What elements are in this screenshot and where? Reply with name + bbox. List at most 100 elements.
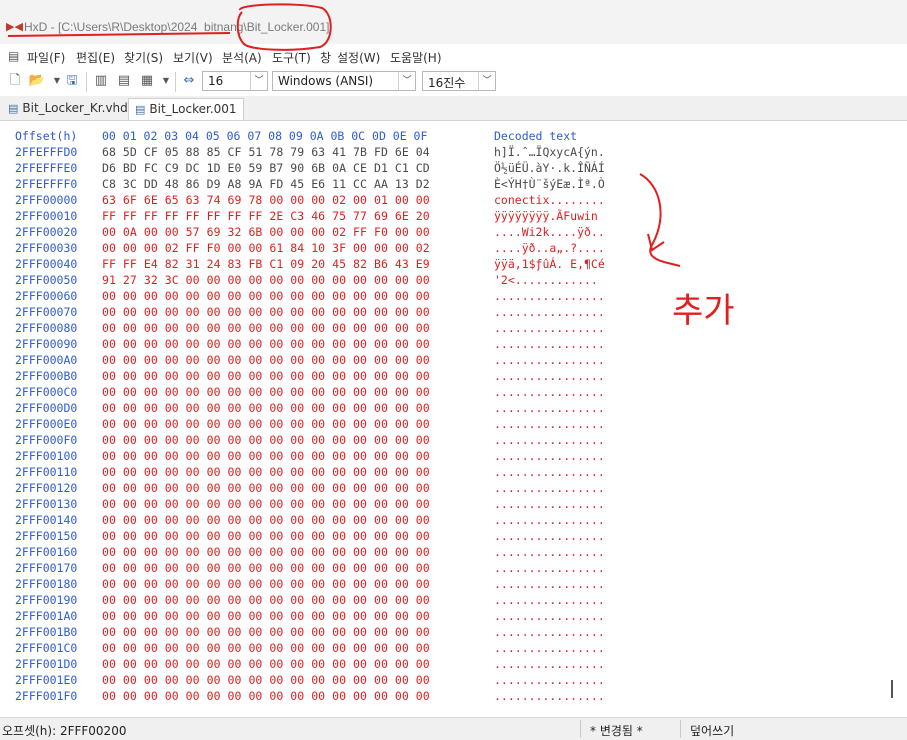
vertical-scrollbar[interactable] xyxy=(884,121,900,717)
row-hex-bytes[interactable]: 00 00 00 00 00 00 00 00 00 00 00 00 00 0… xyxy=(102,385,430,399)
row-hex-bytes[interactable]: 00 00 00 00 00 00 00 00 00 00 00 00 00 0… xyxy=(102,641,430,655)
chevron-down-icon[interactable]: ﹀ xyxy=(398,72,415,90)
hex-row[interactable]: 2FFF000B0 00 00 00 00 00 00 00 00 00 00 0… xyxy=(0,369,880,385)
print-icon[interactable]: ▦ xyxy=(138,72,156,90)
row-decoded-text[interactable]: conectix........ xyxy=(494,193,605,207)
row-decoded-text[interactable]: h]Ï.ˆ…ÏQxycA{ýn. xyxy=(494,145,605,159)
hex-row[interactable]: 2FFEFFFD0 68 5D CF 05 88 85 CF 51 78 79 6… xyxy=(0,145,880,161)
menu-search[interactable]: 찾기(S) xyxy=(124,49,163,66)
row-decoded-text[interactable]: ................ xyxy=(494,529,605,543)
hex-row[interactable]: 2FFF000C0 00 00 00 00 00 00 00 00 00 00 0… xyxy=(0,385,880,401)
hex-row[interactable]: 2FFF001D0 00 00 00 00 00 00 00 00 00 00 0… xyxy=(0,657,880,673)
row-decoded-text[interactable]: ................ xyxy=(494,513,605,527)
row-hex-bytes[interactable]: 00 00 00 00 00 00 00 00 00 00 00 00 00 0… xyxy=(102,417,430,431)
row-decoded-text[interactable]: ....ÿð..a„.?.... xyxy=(494,241,605,255)
hex-row[interactable]: 2FFF00150 00 00 00 00 00 00 00 00 00 00 0… xyxy=(0,529,880,545)
hex-row[interactable]: 2FFF001C0 00 00 00 00 00 00 00 00 00 00 0… xyxy=(0,641,880,657)
offset-base-select[interactable]: 16진수 ﹀ xyxy=(422,71,496,91)
row-hex-bytes[interactable]: 00 00 00 00 00 00 00 00 00 00 00 00 00 0… xyxy=(102,689,430,703)
row-hex-bytes[interactable]: 00 00 00 00 00 00 00 00 00 00 00 00 00 0… xyxy=(102,481,430,495)
row-hex-bytes[interactable]: 00 00 00 00 00 00 00 00 00 00 00 00 00 0… xyxy=(102,465,430,479)
row-decoded-text[interactable]: ................ xyxy=(494,577,605,591)
row-hex-bytes[interactable]: 00 00 00 00 00 00 00 00 00 00 00 00 00 0… xyxy=(102,561,430,575)
hex-row[interactable]: 2FFF000F0 00 00 00 00 00 00 00 00 00 00 0… xyxy=(0,433,880,449)
row-decoded-text[interactable]: ................ xyxy=(494,337,605,351)
hex-row[interactable]: 2FFF000A0 00 00 00 00 00 00 00 00 00 00 0… xyxy=(0,353,880,369)
close-icon[interactable]: ▥ xyxy=(92,72,110,90)
row-hex-bytes[interactable]: D6 BD FC C9 DC 1D E0 59 B7 90 6B 0A CE D… xyxy=(102,161,430,175)
row-hex-bytes[interactable]: 00 00 00 00 00 00 00 00 00 00 00 00 00 0… xyxy=(102,673,430,687)
hex-row[interactable]: 2FFF00020 00 0A 00 00 57 69 32 6B 00 00 0… xyxy=(0,225,880,241)
row-hex-bytes[interactable]: 00 00 00 00 00 00 00 00 00 00 00 00 00 0… xyxy=(102,657,430,671)
tab-bit-locker-001[interactable]: ▤ Bit_Locker.001 xyxy=(128,98,244,120)
row-decoded-text[interactable]: ................ xyxy=(494,385,605,399)
print-dropdown-icon[interactable]: ▼ xyxy=(157,72,175,90)
row-decoded-text[interactable]: ................ xyxy=(494,657,605,671)
row-hex-bytes[interactable]: 00 00 00 00 00 00 00 00 00 00 00 00 00 0… xyxy=(102,289,430,303)
row-decoded-text[interactable]: ....Wi2k....ÿð.. xyxy=(494,225,605,239)
hex-row[interactable]: 2FFEFFFF0 C8 3C DD 48 86 D9 A8 9A FD 45 E… xyxy=(0,177,880,193)
row-hex-bytes[interactable]: C8 3C DD 48 86 D9 A8 9A FD 45 E6 11 CC A… xyxy=(102,177,430,191)
row-decoded-text[interactable]: ................ xyxy=(494,561,605,575)
hex-row[interactable]: 2FFF00060 00 00 00 00 00 00 00 00 00 00 0… xyxy=(0,289,880,305)
hex-row[interactable]: 2FFF001F0 00 00 00 00 00 00 00 00 00 00 0… xyxy=(0,689,880,705)
menu-options[interactable]: 설정(W) xyxy=(337,49,380,66)
row-decoded-text[interactable]: ................ xyxy=(494,689,605,703)
hex-row[interactable]: 2FFF00120 00 00 00 00 00 00 00 00 00 00 0… xyxy=(0,481,880,497)
hex-row[interactable]: 2FFF00100 00 00 00 00 00 00 00 00 00 00 0… xyxy=(0,449,880,465)
hex-row[interactable]: 2FFF00090 00 00 00 00 00 00 00 00 00 00 0… xyxy=(0,337,880,353)
hex-row[interactable]: 2FFF00010 FF FF FF FF FF FF FF FF 2E C3 4… xyxy=(0,209,880,225)
row-decoded-text[interactable]: ................ xyxy=(494,449,605,463)
scroll-thumb[interactable] xyxy=(891,680,893,698)
hex-row[interactable]: 2FFF00080 00 00 00 00 00 00 00 00 00 00 0… xyxy=(0,321,880,337)
menu-file[interactable]: 파일(F) xyxy=(27,49,65,66)
row-decoded-text[interactable]: ................ xyxy=(494,593,605,607)
menu-window[interactable]: 창 xyxy=(320,49,331,66)
properties-icon[interactable]: ▤ xyxy=(115,72,133,90)
row-hex-bytes[interactable]: FF FF E4 82 31 24 83 FB C1 09 20 45 82 B… xyxy=(102,257,430,271)
row-hex-bytes[interactable]: 00 00 00 00 00 00 00 00 00 00 00 00 00 0… xyxy=(102,433,430,447)
row-decoded-text[interactable]: Ö½üÉÜ.àY·.k.ÎÑÁÍ xyxy=(494,161,605,175)
row-decoded-text[interactable]: ................ xyxy=(494,465,605,479)
hex-row[interactable]: 2FFF00070 00 00 00 00 00 00 00 00 00 00 0… xyxy=(0,305,880,321)
row-hex-bytes[interactable]: 00 00 00 00 00 00 00 00 00 00 00 00 00 0… xyxy=(102,321,430,335)
row-decoded-text[interactable]: ................ xyxy=(494,417,605,431)
hex-editor[interactable]: Offset(h) 00 01 02 03 04 05 06 07 08 09 … xyxy=(0,121,907,717)
menu-edit[interactable]: 편집(E) xyxy=(76,49,115,66)
hex-row[interactable]: 2FFF00110 00 00 00 00 00 00 00 00 00 00 0… xyxy=(0,465,880,481)
menu-help[interactable]: 도움말(H) xyxy=(390,49,442,66)
row-hex-bytes[interactable]: 00 00 00 00 00 00 00 00 00 00 00 00 00 0… xyxy=(102,449,430,463)
open-folder-icon[interactable]: 📂 xyxy=(28,72,46,90)
row-hex-bytes[interactable]: 00 00 00 00 00 00 00 00 00 00 00 00 00 0… xyxy=(102,401,430,415)
row-decoded-text[interactable]: ................ xyxy=(494,353,605,367)
charset-select[interactable]: Windows (ANSI) ﹀ xyxy=(272,71,416,91)
new-file-icon[interactable]: 🗋 xyxy=(6,72,24,90)
row-decoded-text[interactable]: ................ xyxy=(494,305,605,319)
row-hex-bytes[interactable]: 91 27 32 3C 00 00 00 00 00 00 00 00 00 0… xyxy=(102,273,430,287)
row-hex-bytes[interactable]: 00 00 00 00 00 00 00 00 00 00 00 00 00 0… xyxy=(102,577,430,591)
row-decoded-text[interactable]: ................ xyxy=(494,609,605,623)
document-menu-icon[interactable]: ▤ xyxy=(8,49,19,63)
hex-row[interactable]: 2FFF00140 00 00 00 00 00 00 00 00 00 00 0… xyxy=(0,513,880,529)
row-hex-bytes[interactable]: 00 00 00 00 00 00 00 00 00 00 00 00 00 0… xyxy=(102,353,430,367)
row-decoded-text[interactable]: ................ xyxy=(494,369,605,383)
row-decoded-text[interactable]: ................ xyxy=(494,545,605,559)
row-decoded-text[interactable]: ................ xyxy=(494,433,605,447)
row-decoded-text[interactable]: ................ xyxy=(494,401,605,415)
row-hex-bytes[interactable]: 00 00 00 00 00 00 00 00 00 00 00 00 00 0… xyxy=(102,497,430,511)
hex-row[interactable]: 2FFF00000 63 6F 6E 65 63 74 69 78 00 00 0… xyxy=(0,193,880,209)
row-hex-bytes[interactable]: 63 6F 6E 65 63 74 69 78 00 00 00 02 00 0… xyxy=(102,193,430,207)
row-decoded-text[interactable]: ................ xyxy=(494,625,605,639)
row-decoded-text[interactable]: '2<............ xyxy=(494,273,598,287)
menu-view[interactable]: 보기(V) xyxy=(173,49,213,66)
row-hex-bytes[interactable]: 00 00 00 00 00 00 00 00 00 00 00 00 00 0… xyxy=(102,369,430,383)
hex-row[interactable]: 2FFF00030 00 00 00 02 FF F0 00 00 61 84 1… xyxy=(0,241,880,257)
row-decoded-text[interactable]: ................ xyxy=(494,289,605,303)
row-hex-bytes[interactable]: FF FF FF FF FF FF FF FF 2E C3 46 75 77 6… xyxy=(102,209,430,223)
row-decoded-text[interactable]: ÿÿÿÿÿÿÿÿ.ÃFuwin xyxy=(494,209,605,223)
row-decoded-text[interactable]: ................ xyxy=(494,481,605,495)
row-hex-bytes[interactable]: 00 00 00 00 00 00 00 00 00 00 00 00 00 0… xyxy=(102,625,430,639)
row-hex-bytes[interactable]: 00 00 00 00 00 00 00 00 00 00 00 00 00 0… xyxy=(102,305,430,319)
row-hex-bytes[interactable]: 00 00 00 00 00 00 00 00 00 00 00 00 00 0… xyxy=(102,513,430,527)
menu-tools[interactable]: 도구(T) xyxy=(272,49,311,66)
